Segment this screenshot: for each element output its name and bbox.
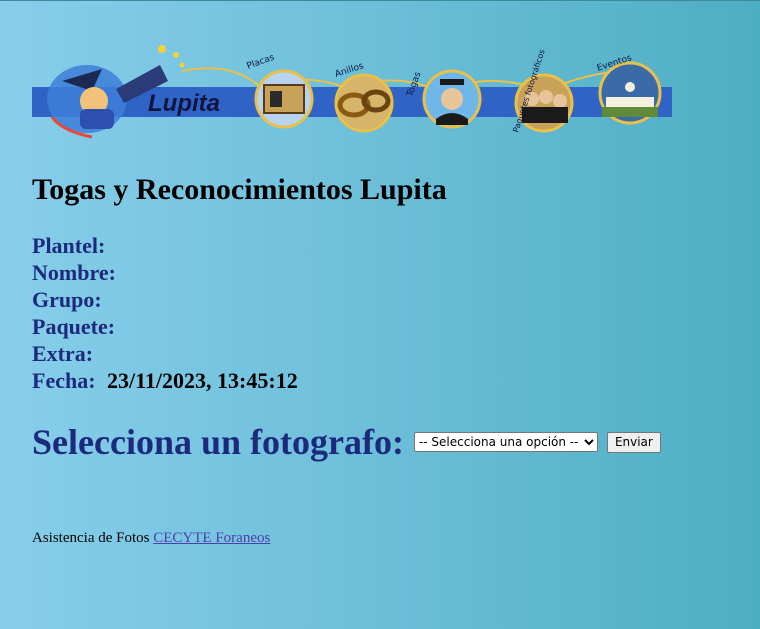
paquetes-badge[interactable]: Paquetes fotográficos [511, 48, 574, 134]
eventos-badge[interactable]: Eventos [596, 53, 662, 125]
footer: Asistencia de Fotos CECYTE Foraneos [32, 530, 270, 547]
selector-label: Selecciona un fotografo: [32, 422, 404, 462]
info-fields: Plantel: Nombre: Grupo: Paquete: Extra: … [32, 232, 298, 394]
photographer-select[interactable]: -- Selecciona una opción -- [413, 432, 598, 452]
footer-link[interactable]: CECYTE Foraneos [153, 530, 270, 546]
field-fecha-value: 23/11/2023, 13:45:12 [107, 368, 298, 393]
field-fecha-label: Fecha: [32, 368, 96, 393]
field-extra: Extra: [32, 340, 298, 367]
page-title: Togas y Reconocimientos Lupita [32, 173, 447, 206]
field-extra-label: Extra: [32, 341, 94, 366]
field-paquete-label: Paquete: [32, 314, 116, 339]
photographer-selector: Selecciona un fotografo: -- Selecciona u… [32, 421, 661, 463]
placas-label: Placas [246, 53, 277, 72]
field-nombre-label: Nombre: [32, 260, 116, 285]
field-fecha: Fecha: 23/11/2023, 13:45:12 [32, 367, 298, 394]
anillos-badge[interactable]: Anillos [334, 61, 394, 133]
submit-button[interactable]: Enviar [606, 431, 661, 453]
banner-brand: Lupita [148, 90, 220, 117]
field-plantel-label: Plantel: [32, 233, 106, 258]
field-paquete: Paquete: [32, 313, 298, 340]
header-banner: Lupita Placas Anillos Togas Paquetes fot… [32, 45, 672, 139]
field-nombre: Nombre: [32, 259, 298, 286]
field-plantel: Plantel: [32, 232, 298, 259]
field-grupo-label: Grupo: [32, 287, 102, 312]
footer-text: Asistencia de Fotos [32, 530, 150, 546]
field-grupo: Grupo: [32, 286, 298, 313]
